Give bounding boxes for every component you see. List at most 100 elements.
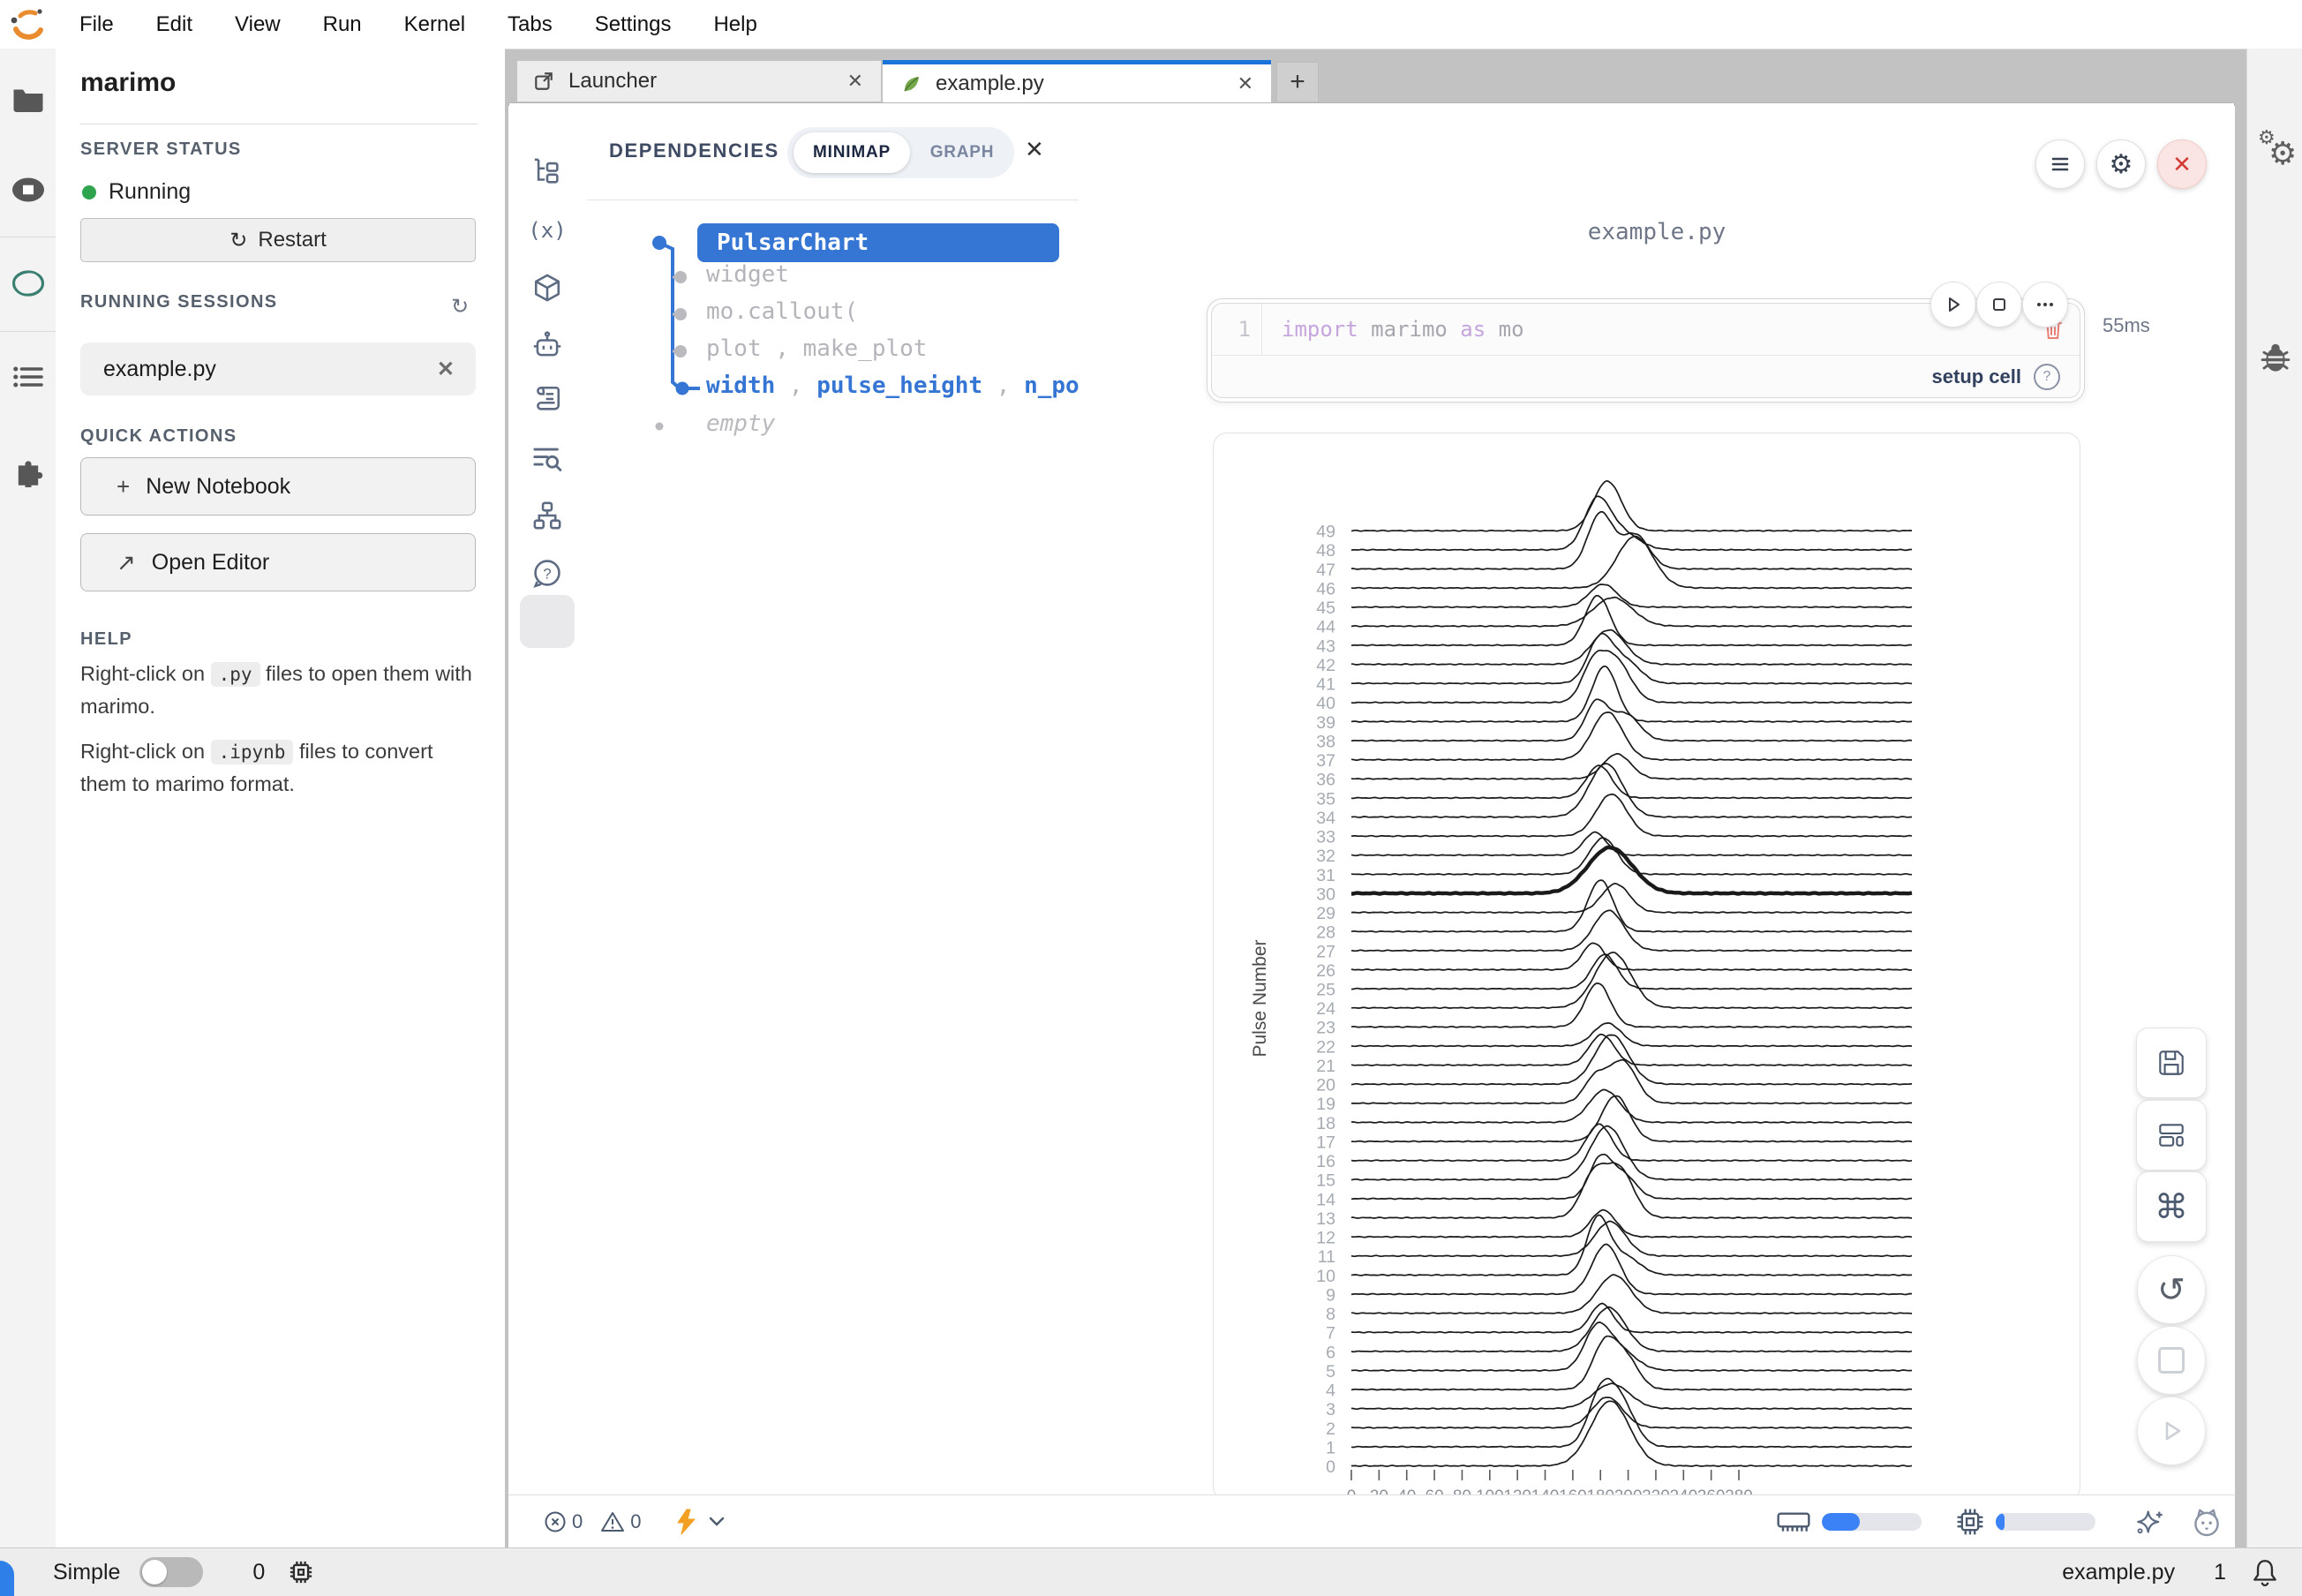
session-item[interactable]: example.py ✕ <box>80 343 476 395</box>
notebook-shutdown-button[interactable]: ✕ <box>2157 139 2207 189</box>
dependency-node[interactable]: mo.callout( <box>706 298 858 325</box>
svg-text:10: 10 <box>1316 1267 1335 1286</box>
toggle-graph[interactable]: GRAPH <box>910 143 1014 162</box>
svg-text:30: 30 <box>1316 885 1335 904</box>
svg-text:5: 5 <box>1326 1362 1335 1381</box>
svg-text:280: 280 <box>1725 1487 1753 1494</box>
restart-button[interactable]: ↻ Restart <box>80 218 476 262</box>
svg-text:25: 25 <box>1316 981 1335 1000</box>
svg-text:8: 8 <box>1326 1305 1335 1324</box>
marimo-logo-icon <box>9 8 46 45</box>
logs-scroll-icon[interactable] <box>532 384 562 414</box>
cpu-usage-bar <box>1996 1513 2095 1531</box>
dependency-node[interactable]: empty <box>706 410 775 437</box>
simple-mode-toggle[interactable] <box>139 1557 203 1587</box>
run-mode-bolt-icon[interactable] <box>673 1508 698 1536</box>
table-of-contents-icon[interactable] <box>12 365 44 389</box>
close-session-icon[interactable]: ✕ <box>437 357 455 382</box>
dependency-node[interactable]: plot , make_plot <box>706 335 927 362</box>
close-launcher-tab-icon[interactable]: ✕ <box>847 70 863 93</box>
help-bubble-icon[interactable]: ? <box>532 558 562 588</box>
file-explorer-tree-icon[interactable] <box>532 157 562 187</box>
marimo-panel-icon[interactable] <box>11 268 45 298</box>
svg-text:22: 22 <box>1316 1037 1335 1057</box>
tab-launcher[interactable]: Launcher ✕ <box>516 60 882 102</box>
menu-kernel[interactable]: Kernel <box>404 12 465 37</box>
svg-text:11: 11 <box>1318 1247 1335 1267</box>
save-button[interactable] <box>2136 1028 2207 1098</box>
open-editor-button[interactable]: ↗ Open Editor <box>80 533 476 591</box>
notebook-settings-button[interactable]: ⚙ <box>2096 139 2146 189</box>
error-count: 0 <box>572 1510 583 1533</box>
interrupt-button[interactable] <box>2137 1326 2206 1395</box>
ai-robot-icon[interactable] <box>531 330 563 360</box>
debugger-bug-icon[interactable] <box>2260 340 2291 373</box>
restart-label: Restart <box>258 228 326 252</box>
dependencies-sitemap-icon[interactable] <box>532 501 562 531</box>
stop-icon <box>2158 1347 2185 1374</box>
svg-text:35: 35 <box>1316 789 1335 809</box>
close-dependencies-icon[interactable]: ✕ <box>1025 136 1044 163</box>
ellipsis-icon <box>2035 301 2055 308</box>
snippets-search-icon[interactable] <box>532 444 562 472</box>
tab-example-py[interactable]: example.py ✕ <box>883 60 1271 102</box>
new-notebook-button[interactable]: + New Notebook <box>80 457 476 516</box>
extension-manager-puzzle-icon[interactable] <box>11 454 45 487</box>
keyboard-shortcuts-button[interactable]: ⌘ <box>2136 1171 2207 1242</box>
file-browser-icon[interactable] <box>12 86 44 112</box>
dependency-node[interactable]: widget <box>706 261 789 288</box>
svg-text:14: 14 <box>1316 1190 1335 1209</box>
variables-icon[interactable]: (x) <box>528 218 566 243</box>
cell-more-button[interactable] <box>2022 282 2068 327</box>
menu-run[interactable]: Run <box>323 12 362 37</box>
open-editor-label: Open Editor <box>152 550 269 576</box>
dependency-node[interactable]: width , pulse_height , n_poi <box>706 373 1079 399</box>
svg-text:28: 28 <box>1316 923 1335 943</box>
menu-view[interactable]: View <box>235 12 281 37</box>
help-paragraph-py: Right-click on .py files to open them wi… <box>80 658 473 722</box>
svg-text:34: 34 <box>1316 809 1335 828</box>
cpu-chip-icon <box>1955 1507 1985 1537</box>
layout-toggle-button[interactable] <box>2136 1100 2207 1171</box>
run-cell-button[interactable] <box>1930 282 1976 327</box>
assistant-cat-icon[interactable] <box>2191 1507 2223 1537</box>
menu-help[interactable]: Help <box>713 12 756 37</box>
ai-sparkle-icon[interactable] <box>2136 1508 2164 1536</box>
chevron-down-icon[interactable] <box>709 1517 725 1527</box>
menu-edit[interactable]: Edit <box>156 12 192 37</box>
dependency-node[interactable]: PulsarChart <box>697 223 1059 262</box>
close-icon: ✕ <box>2172 151 2192 178</box>
svg-text:21: 21 <box>1316 1057 1335 1076</box>
setup-cell-footer: setup cell ? <box>1212 355 2080 397</box>
svg-text:9: 9 <box>1326 1285 1335 1305</box>
svg-text:20: 20 <box>1370 1487 1388 1494</box>
new-tab-button[interactable]: + <box>1276 62 1319 102</box>
toggle-knob <box>142 1560 167 1585</box>
run-all-button[interactable] <box>2137 1396 2206 1465</box>
close-example-tab-icon[interactable]: ✕ <box>1238 72 1253 95</box>
notebook-menu-button[interactable] <box>2035 139 2085 189</box>
svg-text:32: 32 <box>1316 847 1335 866</box>
running-sessions-icon[interactable] <box>11 177 46 203</box>
undo-button[interactable]: ↺ <box>2137 1255 2206 1324</box>
right-activity-rail: ⚙ ⚙ <box>2246 49 2302 1547</box>
left-activity-rail <box>0 49 56 1547</box>
packages-cube-icon[interactable] <box>532 273 562 303</box>
menu-settings[interactable]: Settings <box>595 12 672 37</box>
svg-text:44: 44 <box>1316 618 1335 637</box>
svg-text:2: 2 <box>1326 1419 1335 1439</box>
refresh-sessions-icon[interactable]: ↻ <box>451 294 469 320</box>
jupyterlab-shell: File Edit View Run Kernel Tabs Settings … <box>0 0 2302 1596</box>
setup-cell-label: setup cell <box>1932 365 2021 388</box>
svg-text:140: 140 <box>1531 1487 1560 1494</box>
setup-help-icon[interactable]: ? <box>2034 364 2060 390</box>
menu-file[interactable]: File <box>79 12 114 37</box>
code-text[interactable]: import marimo as mo <box>1282 317 1524 342</box>
kernel-chip-icon[interactable] <box>288 1559 314 1585</box>
simple-mode-label: Simple <box>53 1560 120 1585</box>
bell-icon[interactable] <box>2251 1557 2279 1587</box>
property-inspector-gears-icon[interactable]: ⚙ ⚙ <box>2256 130 2295 172</box>
toggle-minimap[interactable]: MINIMAP <box>794 132 910 173</box>
stop-cell-button[interactable] <box>1976 282 2022 327</box>
menu-tabs[interactable]: Tabs <box>508 12 553 37</box>
